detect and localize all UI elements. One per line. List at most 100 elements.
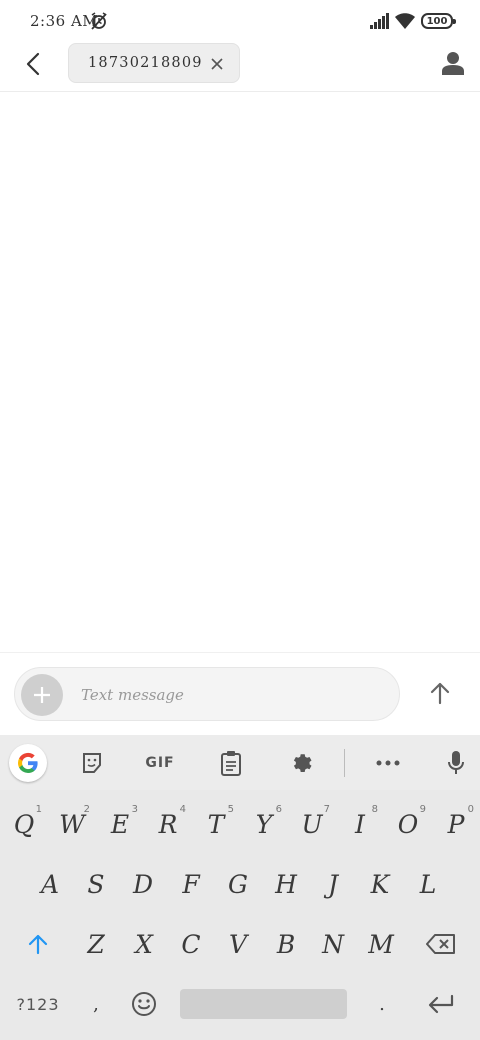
key-g[interactable]: G <box>214 855 262 913</box>
sticker-button[interactable] <box>72 745 112 781</box>
key-k[interactable]: K <box>356 855 404 913</box>
key-hint: 3 <box>131 804 138 815</box>
emoji-icon <box>132 992 156 1016</box>
key-row-3: Z X C V B N M <box>0 915 480 973</box>
back-button[interactable] <box>18 48 50 80</box>
backspace-key[interactable] <box>414 915 468 973</box>
key-hint: 2 <box>83 804 90 815</box>
shift-arrow-icon <box>28 934 48 955</box>
key-label: E <box>110 809 130 839</box>
compose-box <box>14 667 400 721</box>
key-label: T <box>207 809 225 839</box>
period-key[interactable]: . <box>358 975 406 1033</box>
key-f[interactable]: F <box>167 855 215 913</box>
symbols-key[interactable]: ?123 <box>10 975 66 1033</box>
key-hint: 7 <box>323 804 330 815</box>
more-horizontal-icon <box>376 760 400 766</box>
microphone-icon <box>448 751 464 774</box>
key-h[interactable]: H <box>262 855 310 913</box>
key-x[interactable]: X <box>120 915 168 973</box>
key-label: O <box>397 809 419 839</box>
enter-key[interactable] <box>414 975 468 1033</box>
key-o[interactable]: O9 <box>384 795 432 853</box>
key-p[interactable]: P0 <box>432 795 480 853</box>
key-u[interactable]: U7 <box>288 795 336 853</box>
key-row-1: Q1 W2 E3 R4 T5 Y6 U7 I8 O9 P0 <box>0 795 480 853</box>
key-w[interactable]: W2 <box>48 795 96 853</box>
conversation-header: 18730218809 <box>0 42 480 92</box>
shift-key[interactable] <box>14 915 62 973</box>
person-icon <box>442 52 464 75</box>
key-l[interactable]: L <box>404 855 452 913</box>
keyboard-toolbar: GIF <box>0 735 480 790</box>
arrow-up-icon <box>430 682 450 705</box>
enter-icon <box>428 994 454 1014</box>
attach-button[interactable] <box>21 674 63 716</box>
key-j[interactable]: J <box>309 855 357 913</box>
key-b[interactable]: B <box>262 915 310 973</box>
key-hint: 1 <box>35 804 42 815</box>
wifi-icon <box>395 12 415 30</box>
key-row-bottom: ?123 , . <box>0 975 480 1033</box>
more-button[interactable] <box>368 745 408 781</box>
status-time: 2:36 AM <box>30 12 99 30</box>
key-label: U <box>301 809 323 839</box>
key-label: W <box>59 809 85 839</box>
keyboard: GIF Q1 W2 E3 R4 T5 Y6 U7 I8 O9 P0 A S D … <box>0 735 480 1040</box>
voice-input-button[interactable] <box>436 745 476 781</box>
comma-key[interactable]: , <box>72 975 120 1033</box>
key-z[interactable]: Z <box>72 915 120 973</box>
key-row-2: A S D F G H J K L <box>0 855 480 913</box>
emoji-key[interactable] <box>120 975 168 1033</box>
clipboard-button[interactable] <box>211 745 251 781</box>
key-s[interactable]: S <box>72 855 120 913</box>
sticker-icon <box>83 753 101 773</box>
gear-icon <box>293 754 312 772</box>
spacebar[interactable] <box>180 989 347 1019</box>
google-button[interactable] <box>9 744 47 782</box>
contact-button[interactable] <box>438 48 468 78</box>
symbols-label: ?123 <box>16 994 60 1014</box>
key-y[interactable]: Y6 <box>240 795 288 853</box>
send-button[interactable] <box>424 677 456 709</box>
backspace-icon <box>426 934 455 954</box>
close-icon[interactable] <box>209 56 225 72</box>
key-v[interactable]: V <box>214 915 262 973</box>
toolbar-divider <box>344 749 345 777</box>
back-arrow-icon <box>26 52 40 76</box>
clipboard-icon <box>221 751 241 776</box>
key-label: Y <box>255 809 273 839</box>
key-i[interactable]: I8 <box>336 795 384 853</box>
message-input[interactable] <box>81 676 381 714</box>
battery-icon: 100 <box>421 13 456 29</box>
status-bar: 2:36 AM 100 <box>0 0 480 42</box>
key-c[interactable]: C <box>167 915 215 973</box>
gif-label: GIF <box>145 755 175 771</box>
key-label: R <box>158 809 178 839</box>
compose-area <box>0 652 480 735</box>
key-d[interactable]: D <box>119 855 167 913</box>
key-m[interactable]: M <box>357 915 405 973</box>
key-r[interactable]: R4 <box>144 795 192 853</box>
key-t[interactable]: T5 <box>192 795 240 853</box>
recipient-chip[interactable]: 18730218809 <box>68 43 240 83</box>
google-icon <box>17 752 38 773</box>
recipient-number: 18730218809 <box>88 55 203 71</box>
settings-button[interactable] <box>281 745 321 781</box>
key-hint: 5 <box>227 804 234 815</box>
key-a[interactable]: A <box>26 855 74 913</box>
key-hint: 6 <box>275 804 282 815</box>
key-label: Q <box>13 809 35 839</box>
key-label: P <box>447 809 465 839</box>
plus-icon <box>34 687 50 703</box>
gif-button[interactable]: GIF <box>140 745 180 781</box>
signal-icon <box>370 13 390 29</box>
alarm-off-icon <box>90 12 108 30</box>
key-hint: 4 <box>179 804 186 815</box>
key-hint: 9 <box>419 804 426 815</box>
key-q[interactable]: Q1 <box>0 795 48 853</box>
key-hint: 0 <box>467 804 474 815</box>
key-e[interactable]: E3 <box>96 795 144 853</box>
key-n[interactable]: N <box>309 915 357 973</box>
key-label: I <box>355 809 365 839</box>
